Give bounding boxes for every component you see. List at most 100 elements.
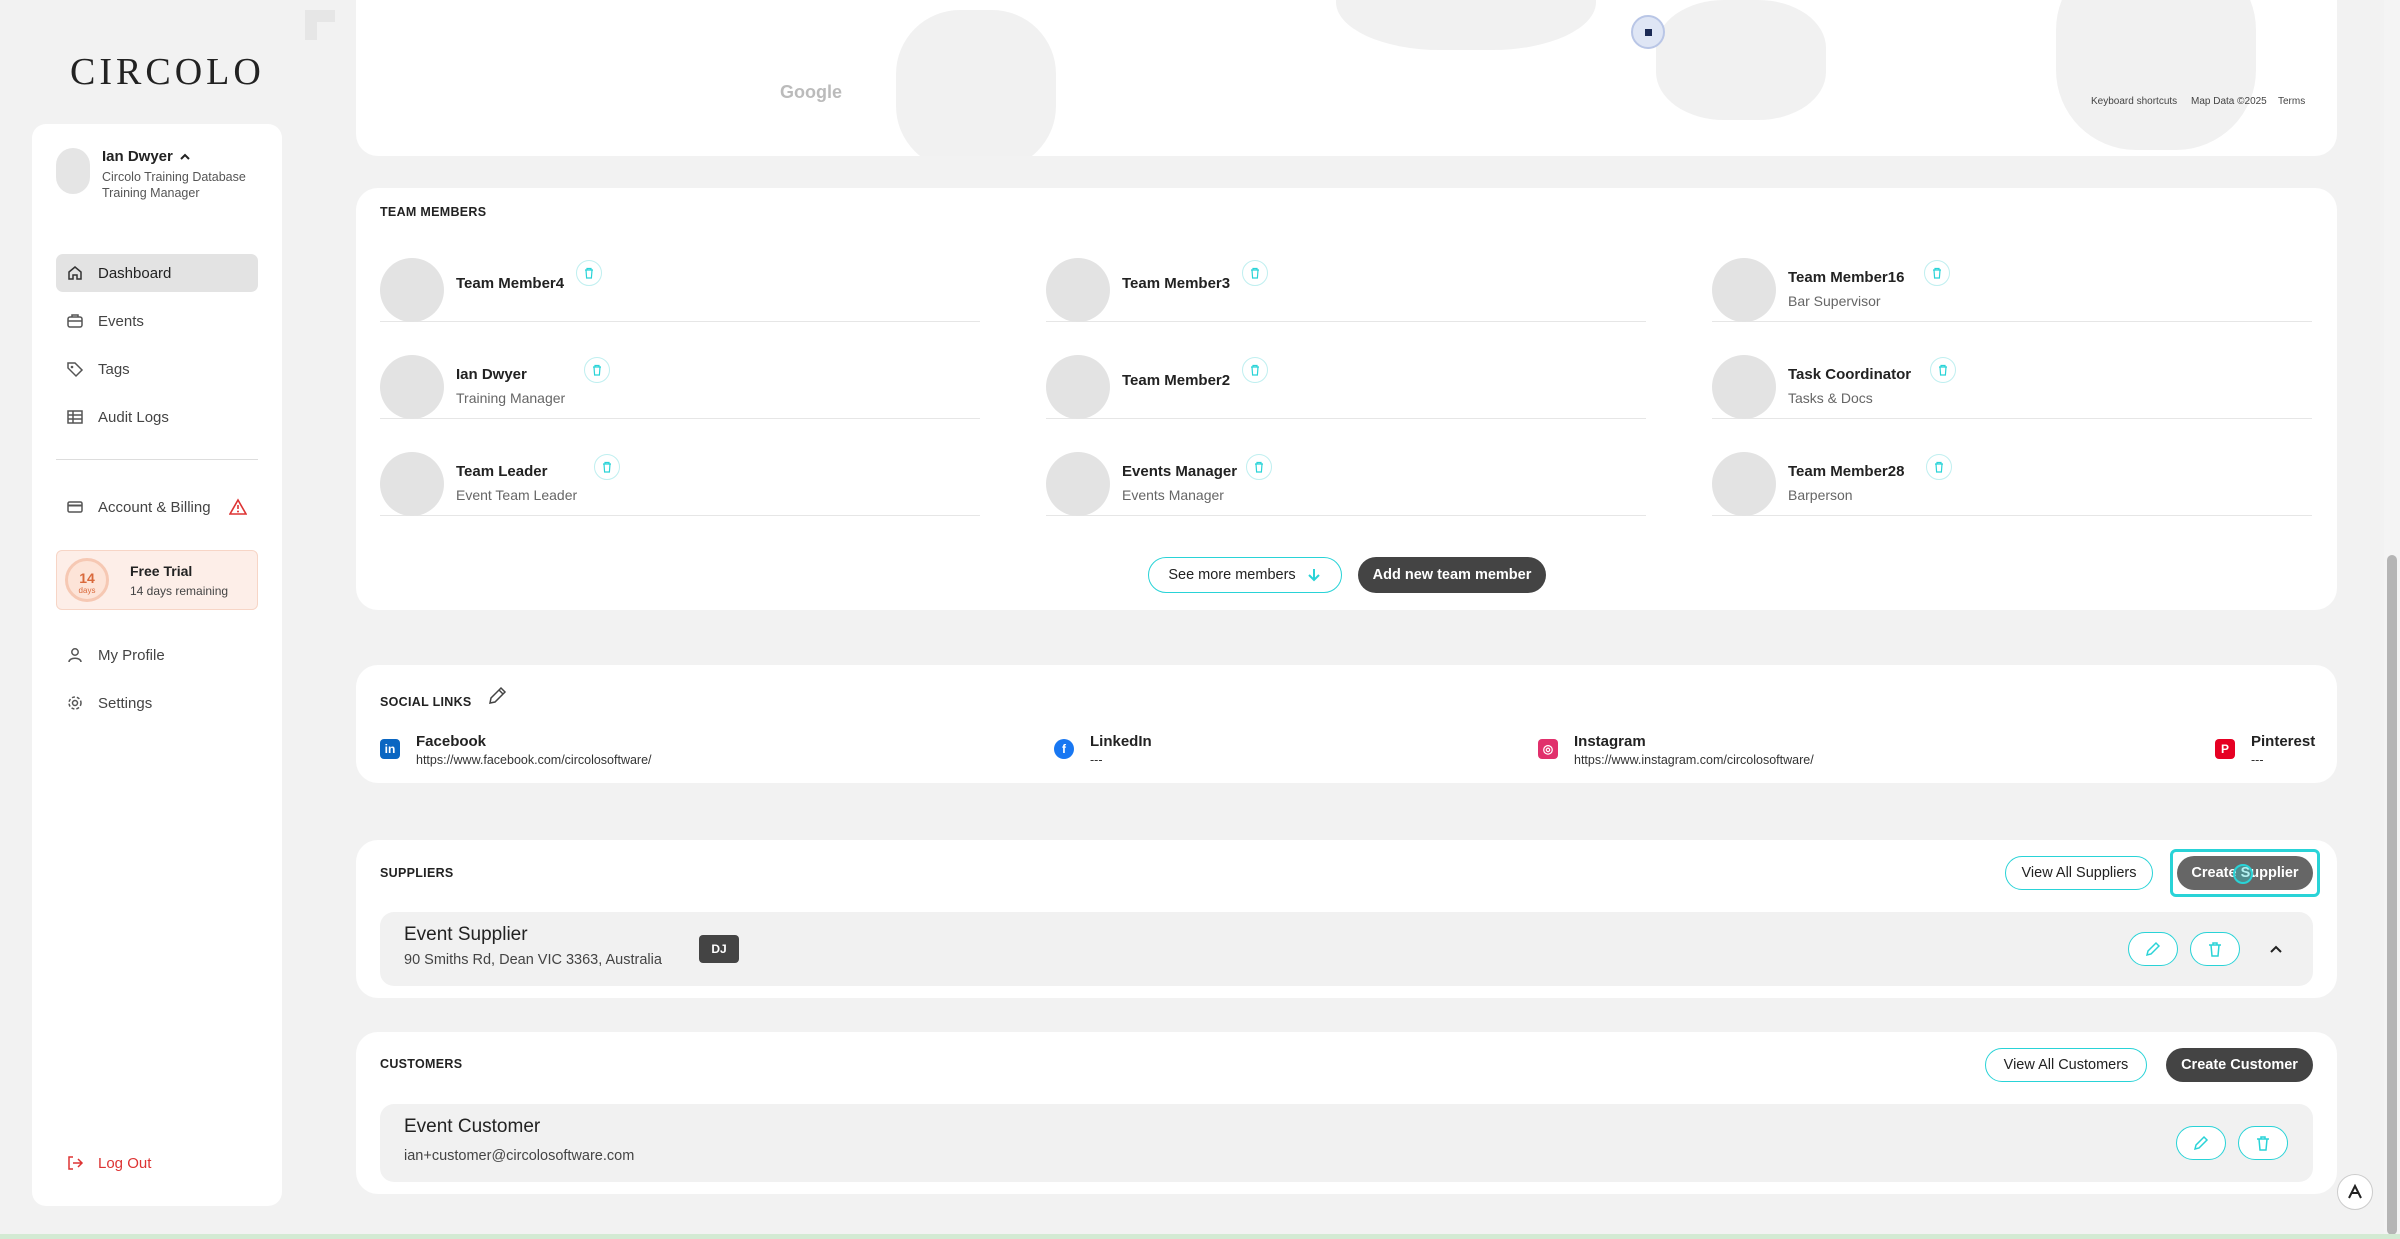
- team-member[interactable]: Events Manager Events Manager: [1046, 444, 1646, 516]
- supplier-name: Event Supplier: [404, 924, 528, 945]
- delete-member-button[interactable]: [1246, 454, 1272, 480]
- member-name: Team Member28: [1788, 463, 1905, 480]
- scrollbar-thumb[interactable]: [2387, 555, 2397, 1235]
- map-terms-link[interactable]: Terms: [2278, 96, 2305, 107]
- google-logo: Google: [780, 82, 842, 102]
- team-member[interactable]: Team Member2: [1046, 347, 1646, 419]
- sidebar-item-label: Account & Billing: [98, 498, 211, 516]
- map-landmass: [1336, 0, 1596, 50]
- delete-member-button[interactable]: [1930, 357, 1956, 383]
- pencil-icon: [2193, 1135, 2209, 1151]
- trial-remaining: 14 days remaining: [130, 584, 229, 598]
- team-member[interactable]: Task Coordinator Tasks & Docs: [1712, 347, 2312, 419]
- trash-icon: [593, 364, 601, 376]
- edit-supplier-button[interactable]: [2128, 932, 2178, 966]
- team-member[interactable]: Team Member16 Bar Supervisor: [1712, 250, 2312, 322]
- instagram-icon: ◎: [1538, 739, 1558, 759]
- delete-member-button[interactable]: [1242, 260, 1268, 286]
- create-customer-button[interactable]: Create Customer: [2166, 1048, 2313, 1082]
- social-links-card: SOCIAL LINKS in Facebook https://www.fac…: [356, 665, 2337, 783]
- avatar: [1046, 452, 1110, 516]
- team-member[interactable]: Team Member28 Barperson: [1712, 444, 2312, 516]
- section-title: SUPPLIERS: [380, 866, 454, 880]
- avatar: [1046, 258, 1110, 322]
- view-all-customers-button[interactable]: View All Customers: [1985, 1048, 2147, 1082]
- sidebar-item-dashboard[interactable]: Dashboard: [56, 254, 258, 292]
- arrow-down-icon: [1307, 569, 1320, 582]
- team-member[interactable]: Team Member4: [380, 250, 980, 322]
- cursor-indicator: [2233, 864, 2253, 884]
- warning-icon: [228, 498, 247, 515]
- user-org: Circolo Training Database: [102, 170, 246, 184]
- credit-card-icon: [67, 501, 83, 513]
- member-name: Task Coordinator: [1788, 366, 1912, 383]
- social-link-facebook[interactable]: in Facebook https://www.facebook.com/cir…: [380, 733, 700, 773]
- sidebar-item-events[interactable]: Events: [56, 302, 258, 340]
- view-all-suppliers-button[interactable]: View All Suppliers: [2005, 856, 2153, 890]
- logout-button[interactable]: Log Out: [56, 1144, 258, 1182]
- edit-customer-button[interactable]: [2176, 1126, 2226, 1160]
- team-member[interactable]: Ian Dwyer Training Manager: [380, 347, 980, 419]
- sidebar-item-audit-logs[interactable]: Audit Logs: [56, 398, 258, 436]
- customer-email: ian+customer@circolosoftware.com: [404, 1148, 635, 1164]
- customer-row[interactable]: Event Customer ian+customer@circolosoftw…: [380, 1104, 2313, 1182]
- member-name: Team Leader: [456, 463, 548, 480]
- linkedin-icon: in: [380, 739, 400, 759]
- edit-pencil-icon[interactable]: [486, 685, 508, 707]
- trash-icon: [585, 267, 593, 279]
- social-link-linkedin[interactable]: f LinkedIn ---: [1054, 733, 1174, 773]
- social-link-pinterest[interactable]: P Pinterest ---: [2215, 733, 2325, 773]
- sidebar-item-account-billing[interactable]: Account & Billing: [56, 488, 258, 526]
- delete-member-button[interactable]: [1924, 260, 1950, 286]
- facebook-icon: f: [1054, 739, 1074, 759]
- user-name[interactable]: Ian Dwyer: [102, 148, 191, 165]
- sidebar-item-label: My Profile: [98, 646, 165, 664]
- customer-name: Event Customer: [404, 1116, 541, 1137]
- pencil-icon: [2145, 941, 2161, 957]
- see-more-members-button[interactable]: See more members: [1148, 557, 1342, 593]
- tag-icon: [67, 362, 84, 378]
- logout-icon: [68, 1156, 84, 1170]
- sidebar-item-settings[interactable]: Settings: [56, 684, 258, 722]
- sidebar-item-label: Dashboard: [98, 264, 172, 282]
- delete-member-button[interactable]: [1242, 357, 1268, 383]
- delete-member-button[interactable]: [594, 454, 620, 480]
- section-title: SOCIAL LINKS: [380, 695, 472, 709]
- trial-title: Free Trial: [130, 563, 193, 579]
- map-keyboard-shortcuts[interactable]: Keyboard shortcuts: [2091, 96, 2177, 107]
- delete-customer-button[interactable]: [2238, 1126, 2288, 1160]
- bottom-border: [0, 1234, 2400, 1239]
- suppliers-card: SUPPLIERS View All Suppliers Create Supp…: [356, 840, 2337, 998]
- delete-supplier-button[interactable]: [2190, 932, 2240, 966]
- location-map[interactable]: Google Keyboard shortcuts Map Data ©2025…: [356, 0, 2337, 156]
- add-team-member-button[interactable]: Add new team member: [1358, 557, 1546, 593]
- free-trial-banner[interactable]: 14 days Free Trial 14 days remaining: [56, 550, 258, 610]
- avatar: [380, 452, 444, 516]
- member-name: Team Member16: [1788, 269, 1905, 286]
- trash-icon: [1935, 461, 1943, 473]
- member-role: Barperson: [1788, 487, 1853, 503]
- team-member[interactable]: Team Leader Event Team Leader: [380, 444, 980, 516]
- supplier-tag-badge: DJ: [699, 935, 739, 963]
- section-title: TEAM MEMBERS: [380, 205, 487, 219]
- delete-member-button[interactable]: [584, 357, 610, 383]
- help-widget-button[interactable]: [2337, 1174, 2373, 1210]
- social-link-instagram[interactable]: ◎ Instagram https://www.instagram.com/ci…: [1538, 733, 1858, 773]
- avatar: [1046, 355, 1110, 419]
- member-role: Training Manager: [456, 390, 566, 406]
- customers-card: CUSTOMERS View All Customers Create Cust…: [356, 1032, 2337, 1194]
- sidebar-item-label: Audit Logs: [98, 408, 169, 426]
- team-member[interactable]: Team Member3: [1046, 250, 1646, 322]
- section-title: CUSTOMERS: [380, 1057, 463, 1071]
- member-name: Events Manager: [1122, 463, 1238, 480]
- sidebar-item-my-profile[interactable]: My Profile: [56, 636, 258, 674]
- sidebar-item-tags[interactable]: Tags: [56, 350, 258, 388]
- avatar: [1712, 452, 1776, 516]
- member-name: Team Member2: [1122, 372, 1231, 389]
- chevron-up-icon[interactable]: [2268, 941, 2284, 957]
- supplier-row[interactable]: Event Supplier 90 Smiths Rd, Dean VIC 33…: [380, 912, 2313, 986]
- delete-member-button[interactable]: [1926, 454, 1952, 480]
- delete-member-button[interactable]: [576, 260, 602, 286]
- map-location-pin[interactable]: [1631, 15, 1665, 49]
- member-name: Ian Dwyer: [456, 366, 527, 383]
